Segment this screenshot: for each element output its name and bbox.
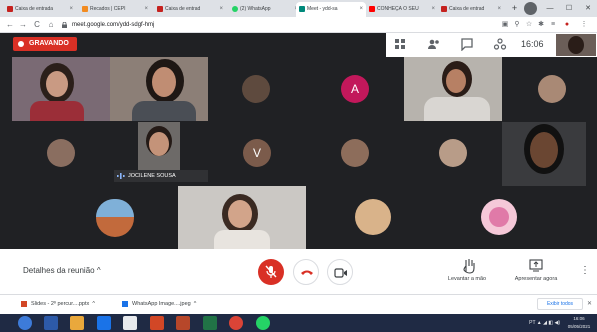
meet-icon	[299, 6, 305, 12]
start-icon[interactable]	[18, 316, 32, 330]
url-input[interactable]: meet.google.com/ydd-sdgf-hmj	[60, 19, 496, 31]
participant-avatar[interactable]	[96, 199, 134, 237]
chevron-up-icon[interactable]: ^	[92, 301, 95, 307]
tab-recados[interactable]: Recados | CEPI ×	[79, 2, 151, 17]
end-call-button[interactable]	[293, 259, 319, 285]
edge-icon[interactable]	[97, 316, 111, 330]
participant-avatar-a[interactable]: A	[341, 75, 369, 103]
taskbar-clock[interactable]: 16:06 05/05/2021	[563, 315, 595, 331]
gmail-icon	[441, 6, 447, 12]
chat-icon[interactable]	[460, 37, 474, 51]
participant-avatar[interactable]	[439, 139, 467, 167]
present-screen-icon[interactable]	[529, 259, 543, 272]
close-tab-icon[interactable]: ×	[69, 2, 73, 17]
forward-button[interactable]: →	[17, 17, 29, 33]
profile-avatar[interactable]	[524, 2, 537, 15]
participant-tile[interactable]	[178, 186, 306, 249]
powerpoint-icon[interactable]	[150, 316, 164, 330]
reload-button[interactable]: C	[31, 17, 43, 33]
back-button[interactable]: ←	[4, 17, 16, 33]
close-tab-icon[interactable]: ×	[359, 2, 363, 17]
participant-avatar[interactable]	[481, 199, 517, 235]
participant-avatar-v[interactable]: V	[243, 139, 271, 167]
show-all-downloads-button[interactable]: Exibir todos	[537, 298, 583, 310]
participant-avatar[interactable]	[47, 139, 75, 167]
audio-level-icon	[117, 173, 125, 179]
chevron-up-icon[interactable]: ^	[194, 301, 197, 307]
close-tab-icon[interactable]: ×	[497, 2, 501, 17]
participant-avatar[interactable]	[341, 139, 369, 167]
browser-menu-icon[interactable]: ⋮	[579, 19, 589, 31]
camera-button[interactable]	[327, 259, 353, 285]
tab-caixa-1[interactable]: Caixa de entrada ×	[4, 2, 76, 17]
self-view-tile[interactable]	[556, 34, 596, 56]
bookmark-star-icon[interactable]: ☆	[524, 19, 534, 31]
participant-tile[interactable]	[12, 57, 110, 121]
raise-hand-icon[interactable]	[462, 258, 476, 274]
tab-conheca[interactable]: CONHEÇA O SEU ×	[366, 2, 438, 17]
app-icon[interactable]	[176, 316, 190, 330]
raise-hand-label: Levantar a mão	[447, 276, 487, 282]
pptx-file-icon	[21, 301, 27, 307]
tab-caixa-3[interactable]: Caixa de entrad ×	[438, 2, 504, 17]
activities-icon[interactable]	[493, 37, 507, 51]
minimize-button[interactable]: —	[541, 0, 559, 17]
chevron-up-icon: ^	[96, 266, 101, 275]
layout-grid-icon[interactable]	[393, 37, 407, 51]
image-file-icon	[122, 301, 128, 307]
tab-caixa-2[interactable]: Caixa de entrad ×	[154, 2, 226, 17]
participant-tile[interactable]	[110, 57, 208, 121]
system-tray[interactable]: PT ▲ ◢ ◧ ◀)	[505, 316, 560, 330]
participant-tile[interactable]	[404, 57, 502, 121]
mic-off-button[interactable]	[258, 259, 284, 285]
whatsapp-icon[interactable]	[256, 316, 270, 330]
meeting-details-button[interactable]: Detalhes da reunião ^	[23, 265, 133, 277]
store-icon[interactable]	[123, 316, 137, 330]
participant-avatar[interactable]	[355, 199, 391, 235]
extension-icon[interactable]: ▣	[500, 19, 510, 31]
whatsapp-icon	[232, 6, 238, 12]
participant-avatar[interactable]	[538, 75, 566, 103]
tab-meet[interactable]: Meet - ydd-sa ×	[296, 2, 366, 17]
meeting-clock: 16:06	[521, 39, 544, 49]
youtube-icon	[369, 6, 375, 12]
reading-list-icon[interactable]: ≡	[548, 19, 558, 31]
task-view-icon[interactable]	[44, 316, 58, 330]
chrome-icon[interactable]	[229, 316, 243, 330]
close-tab-icon[interactable]: ×	[431, 2, 435, 17]
record-dot-icon	[18, 41, 24, 47]
close-tab-icon[interactable]: ×	[219, 2, 223, 17]
close-tab-icon[interactable]: ×	[144, 2, 148, 17]
recados-icon	[82, 6, 88, 12]
people-icon[interactable]	[427, 37, 441, 51]
download-item-slides[interactable]: Slides - 2º percur....pptx ^	[20, 297, 95, 311]
more-options-icon[interactable]: ⋮	[580, 264, 590, 278]
participant-avatar[interactable]	[242, 75, 270, 103]
close-window-button[interactable]: ✕	[579, 0, 597, 17]
gmail-icon	[7, 6, 13, 12]
new-tab-button[interactable]: +	[509, 3, 520, 14]
hang-up-icon	[301, 270, 313, 275]
home-button[interactable]: ⌂	[45, 17, 57, 33]
extensions-puzzle-icon[interactable]: ✱	[536, 19, 546, 31]
pinned-participant-name: JOCILENE SOUSA	[114, 170, 208, 182]
download-item-whatsapp-image[interactable]: WhatsApp Image....jpeg ^	[121, 297, 196, 311]
close-downloads-icon[interactable]: ✕	[587, 298, 595, 310]
present-now-label: Apresentar agora	[514, 276, 558, 282]
zoom-icon[interactable]: ⚲	[512, 19, 522, 31]
gmail-icon	[157, 6, 163, 12]
tab-whatsapp[interactable]: (2) WhatsApp×	[229, 2, 301, 17]
camera-icon	[334, 268, 347, 278]
file-explorer-icon[interactable]	[70, 316, 84, 330]
excel-icon[interactable]	[203, 316, 217, 330]
maximize-button[interactable]: ☐	[560, 0, 578, 17]
participant-tile[interactable]	[502, 122, 586, 186]
profile-icon[interactable]: ●	[562, 19, 572, 31]
mic-off-icon	[265, 265, 277, 278]
